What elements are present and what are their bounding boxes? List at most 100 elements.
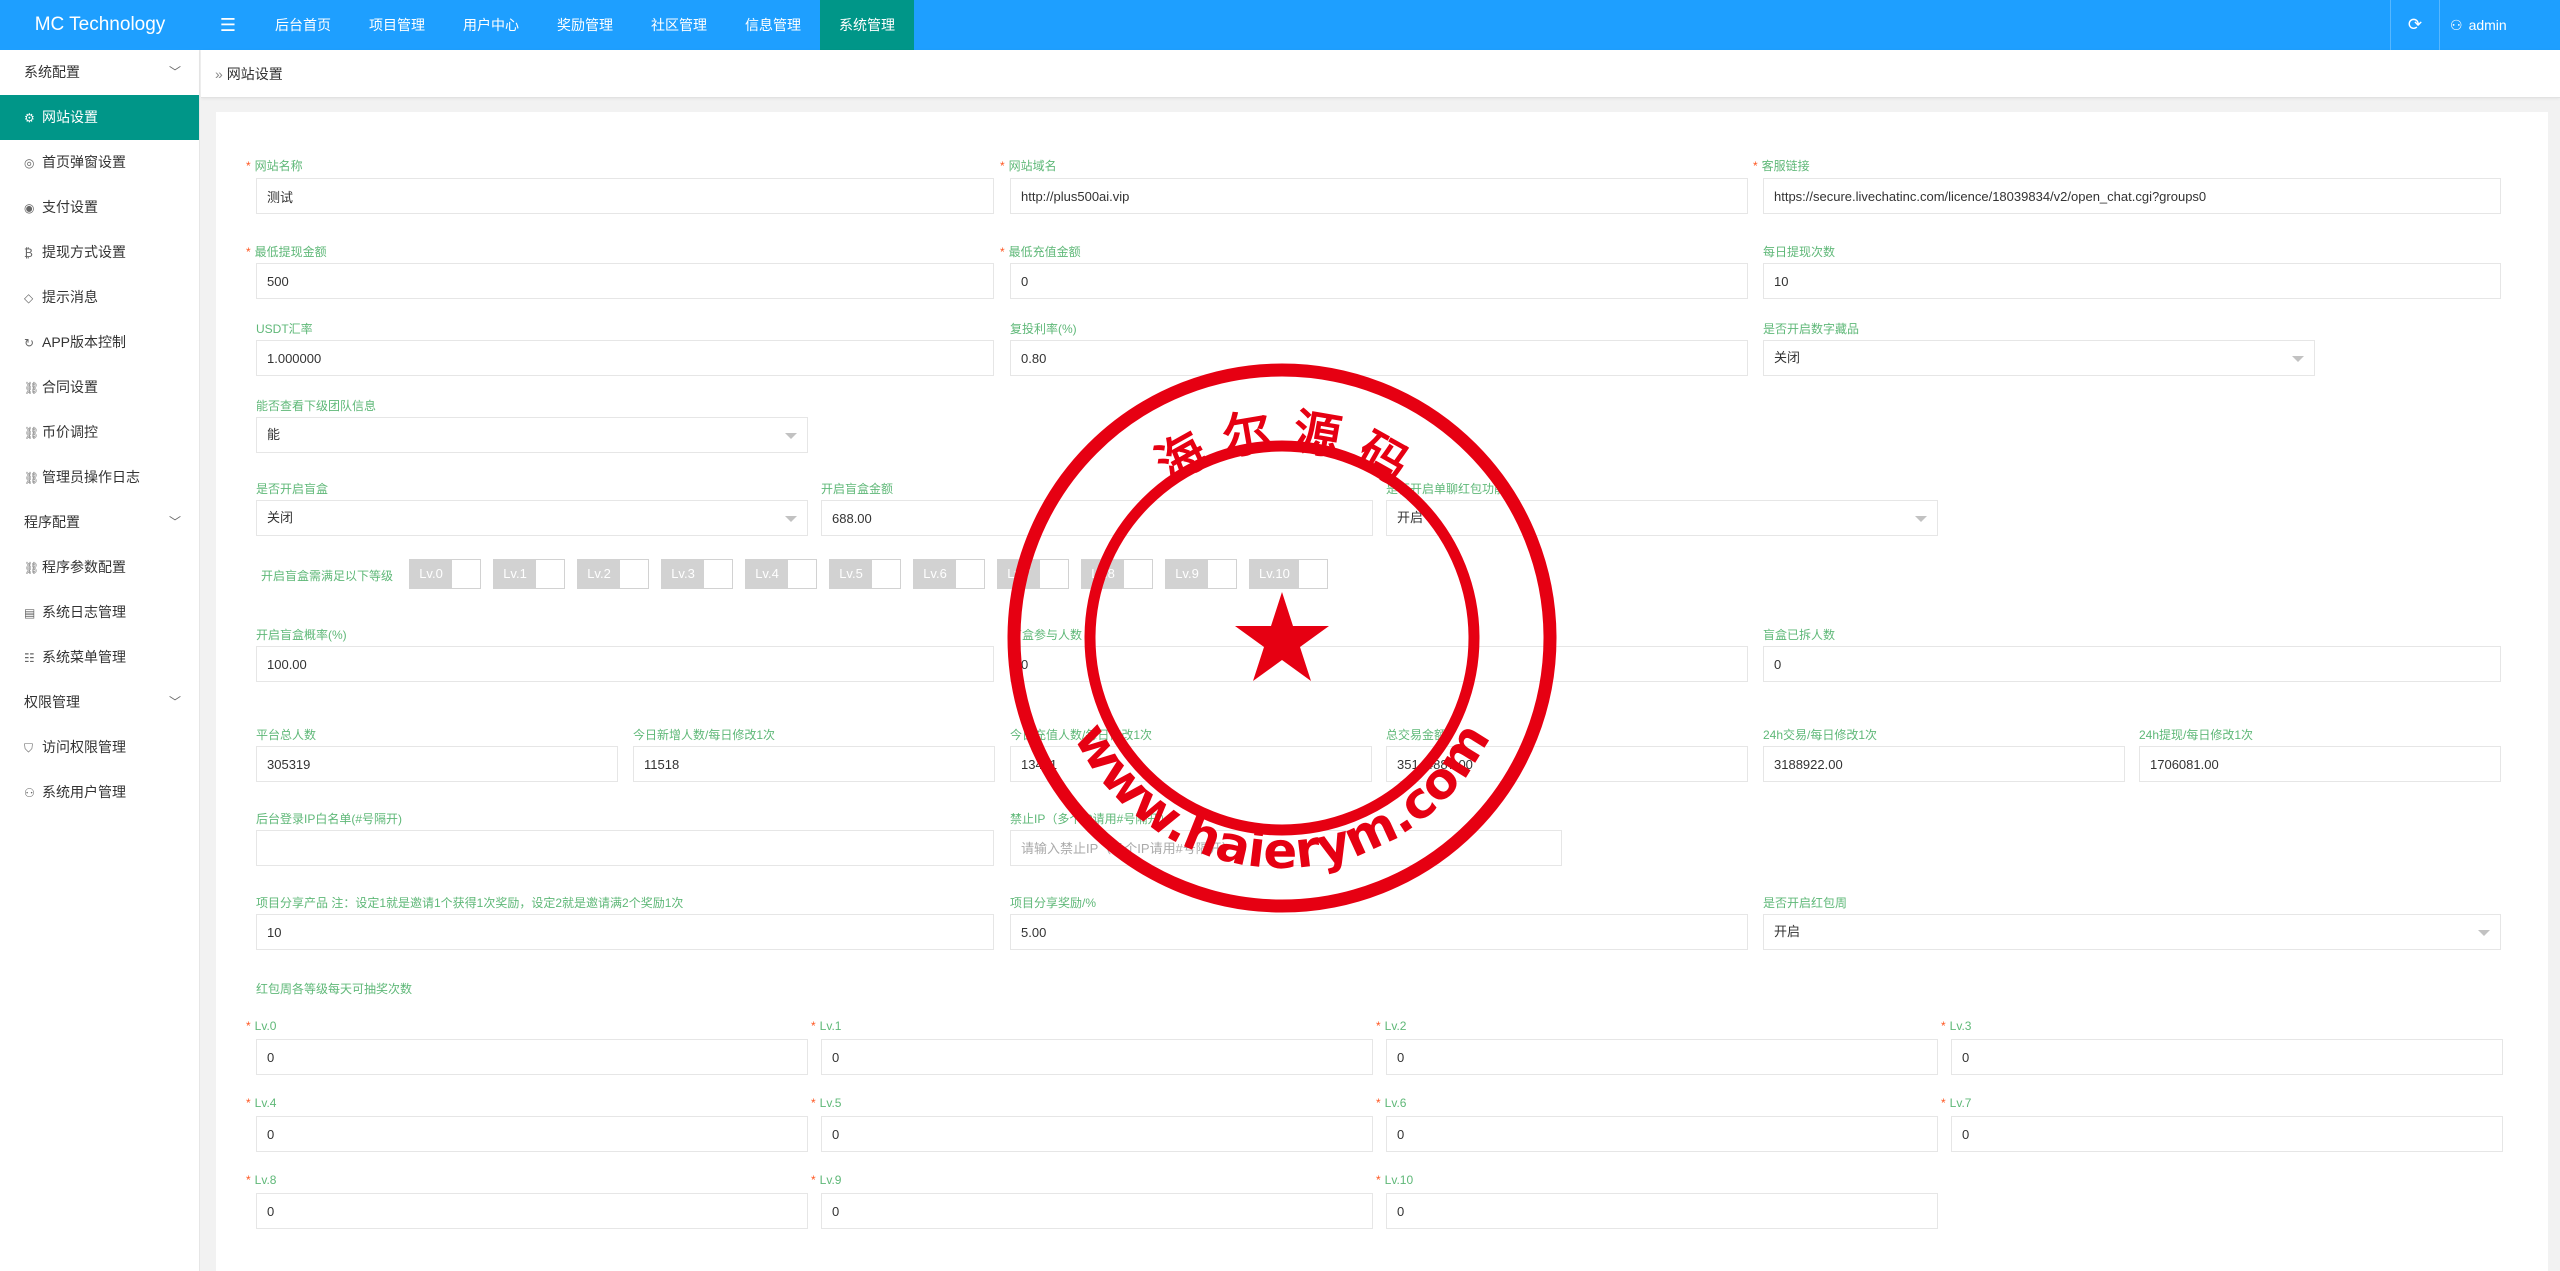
- view-team-info-select[interactable]: 能: [256, 417, 808, 453]
- reinvest-rate-input[interactable]: [1010, 340, 1748, 376]
- red-packet-lv5-input[interactable]: [821, 1116, 1373, 1152]
- breadcrumb-current[interactable]: 网站设置: [227, 66, 283, 82]
- chevron-down-icon: ﹀: [168, 515, 181, 529]
- level-checkbox-lv7[interactable]: Lv.7: [997, 559, 1069, 589]
- today-new-input[interactable]: [633, 746, 995, 782]
- level-checkbox-lv1[interactable]: Lv.1: [493, 559, 565, 589]
- sidebar-item-admin-log[interactable]: ⛓ 管理员操作日志: [0, 455, 199, 500]
- sidebar-item-home-popup[interactable]: ◎ 首页弹窗设置: [0, 140, 199, 185]
- sidebar-item-coin-price[interactable]: ⛓ 币价调控: [0, 410, 199, 455]
- today-new-label: 今日新增人数/每日修改1次: [633, 728, 776, 742]
- sidebar-item-label: 系统用户管理: [42, 784, 126, 800]
- sidebar-item-contract[interactable]: ⛓ 合同设置: [0, 365, 199, 410]
- topnav-item-projects[interactable]: 项目管理: [350, 0, 444, 50]
- digital-collection-select[interactable]: 关闭: [1763, 340, 2315, 376]
- trade-24h-label: 24h交易/每日修改1次: [1763, 728, 1878, 742]
- level-checkbox-lv0[interactable]: Lv.0: [409, 559, 481, 589]
- user-icon: ⚇: [2450, 17, 2463, 33]
- level-checkbox-lv10[interactable]: Lv.10: [1249, 559, 1328, 589]
- usdt-rate-input[interactable]: [256, 340, 994, 376]
- link-icon: ⛓: [24, 471, 40, 485]
- menu-icon: ☷: [24, 651, 35, 665]
- sidebar-group-program-config[interactable]: 程序配置 ﹀: [0, 500, 199, 545]
- platform-total-input[interactable]: [256, 746, 618, 782]
- topnav-item-system[interactable]: 系统管理: [820, 0, 914, 50]
- site-name-input[interactable]: [256, 178, 994, 214]
- blind-box-opened-input[interactable]: [1763, 646, 2501, 682]
- level-checkbox-lv8[interactable]: Lv.8: [1081, 559, 1153, 589]
- red-packet-lv3-input[interactable]: [1951, 1039, 2503, 1075]
- user-menu[interactable]: ⚇ admin: [2450, 0, 2507, 50]
- menu-toggle-icon[interactable]: ☰: [200, 0, 256, 50]
- share-product-input[interactable]: [256, 914, 994, 950]
- red-packet-lv1-input[interactable]: [821, 1039, 1373, 1075]
- sidebar-group-permissions[interactable]: 权限管理 ﹀: [0, 680, 199, 725]
- red-packet-lv9-input[interactable]: [821, 1193, 1373, 1229]
- sidebar-item-label: 合同设置: [42, 379, 98, 395]
- sidebar-item-program-params[interactable]: ⛓ 程序参数配置: [0, 545, 199, 590]
- red-packet-week-select[interactable]: 开启: [1763, 914, 2501, 950]
- red-packet-lv8-label: * Lv.8: [246, 1173, 277, 1187]
- chevron-down-icon: [2478, 930, 2490, 936]
- refresh-icon[interactable]: ⟳: [2390, 0, 2440, 50]
- sidebar-item-system-log[interactable]: ▤ 系统日志管理: [0, 590, 199, 635]
- sidebar-item-app-version[interactable]: ↻ APP版本控制: [0, 320, 199, 365]
- sidebar-group-system-config[interactable]: 系统配置 ﹀: [0, 50, 199, 95]
- sidebar-item-system-users[interactable]: ⚇ 系统用户管理: [0, 770, 199, 815]
- settings-form: *网站名称 *网站域名 *客服链接 *最低提现金额 *最低充值金额 每日提现次数…: [216, 112, 2548, 1271]
- share-reward-input[interactable]: [1010, 914, 1748, 950]
- min-recharge-input[interactable]: [1010, 263, 1748, 299]
- red-packet-week-label: 是否开启红包周: [1763, 896, 1848, 910]
- service-link-input[interactable]: [1763, 178, 2501, 214]
- brand-logo[interactable]: MC Technology: [0, 0, 200, 50]
- red-packet-lv2-label: * Lv.2: [1376, 1019, 1407, 1033]
- topnav-item-community[interactable]: 社区管理: [632, 0, 726, 50]
- sidebar-item-access-permissions[interactable]: ⛉ 访问权限管理: [0, 725, 199, 770]
- topnav-item-info[interactable]: 信息管理: [726, 0, 820, 50]
- trade-24h-input[interactable]: [1763, 746, 2125, 782]
- daily-withdraw-times-input[interactable]: [1763, 263, 2501, 299]
- site-domain-input[interactable]: [1010, 178, 1748, 214]
- red-packet-lv10-input[interactable]: [1386, 1193, 1938, 1229]
- blind-box-participants-input[interactable]: [1010, 646, 1748, 682]
- blind-box-prob-input[interactable]: [256, 646, 994, 682]
- sidebar-item-payment[interactable]: ◉ 支付设置: [0, 185, 199, 230]
- min-withdraw-input[interactable]: [256, 263, 994, 299]
- blind-box-open-select[interactable]: 关闭: [256, 500, 808, 536]
- topnav-item-users[interactable]: 用户中心: [444, 0, 538, 50]
- single-red-packet-select[interactable]: 开启: [1386, 500, 1938, 536]
- red-packet-lv7-input[interactable]: [1951, 1116, 2503, 1152]
- today-recharge-input[interactable]: [1010, 746, 1372, 782]
- sidebar-item-site-settings[interactable]: ⚙ 网站设置: [0, 95, 199, 140]
- share-reward-label: 项目分享奖励/%: [1010, 896, 1097, 910]
- level-checkbox-lv4[interactable]: Lv.4: [745, 559, 817, 589]
- blind-box-participants-label: 盲盒参与人数: [1010, 628, 1083, 642]
- blind-box-amount-input[interactable]: [821, 500, 1373, 536]
- red-packet-lv8-input[interactable]: [256, 1193, 808, 1229]
- withdraw-24h-input[interactable]: [2139, 746, 2501, 782]
- red-packet-lv0-input[interactable]: [256, 1039, 808, 1075]
- sidebar-item-tips[interactable]: ◇ 提示消息: [0, 275, 199, 320]
- topnav-item-home[interactable]: 后台首页: [256, 0, 350, 50]
- red-packet-lv5-label: * Lv.5: [811, 1096, 842, 1110]
- daily-withdraw-times-label: 每日提现次数: [1763, 245, 1836, 259]
- red-packet-lv4-label: * Lv.4: [246, 1096, 277, 1110]
- level-checkbox-lv9[interactable]: Lv.9: [1165, 559, 1237, 589]
- red-packet-lv4-input[interactable]: [256, 1116, 808, 1152]
- sidebar-item-system-menu[interactable]: ☷ 系统菜单管理: [0, 635, 199, 680]
- red-packet-lv6-input[interactable]: [1386, 1116, 1938, 1152]
- level-checkbox-lv5[interactable]: Lv.5: [829, 559, 901, 589]
- chevron-down-icon: [1915, 516, 1927, 522]
- sidebar-item-label: 提示消息: [42, 289, 98, 305]
- level-checkbox-lv2[interactable]: Lv.2: [577, 559, 649, 589]
- red-packet-lv2-input[interactable]: [1386, 1039, 1938, 1075]
- shield-icon: ⛉: [24, 741, 34, 755]
- total-trade-input[interactable]: [1386, 746, 1748, 782]
- level-checkbox-lv3[interactable]: Lv.3: [661, 559, 733, 589]
- sidebar-item-withdraw-method[interactable]: ₿ 提现方式设置: [0, 230, 199, 275]
- topnav-item-rewards[interactable]: 奖励管理: [538, 0, 632, 50]
- ip-ban-input[interactable]: [1010, 830, 1562, 866]
- level-checkbox-lv6[interactable]: Lv.6: [913, 559, 985, 589]
- blind-box-amount-label: 开启盲盒金额: [821, 482, 894, 496]
- ip-whitelist-input[interactable]: [256, 830, 994, 866]
